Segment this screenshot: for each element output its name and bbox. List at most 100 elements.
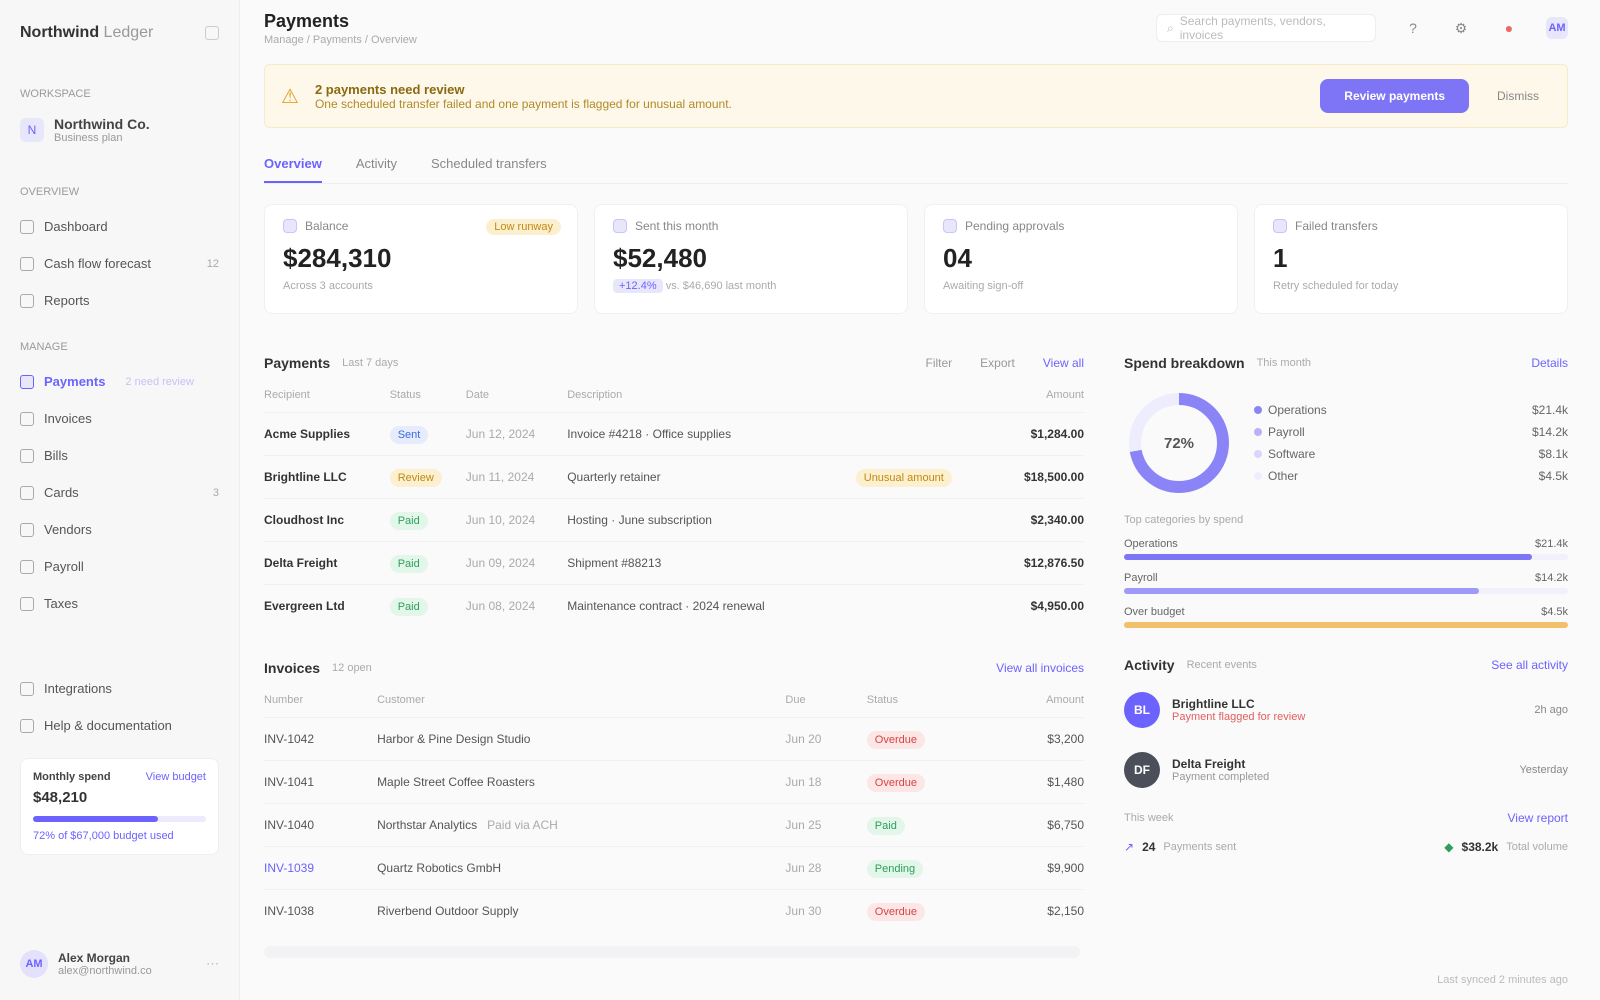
category-bar[interactable]: Operations $21.4k: [1124, 538, 1568, 560]
column-header[interactable]: Customer: [377, 683, 785, 717]
column-header[interactable]: Status: [867, 683, 998, 717]
more-icon[interactable]: ⋯: [206, 956, 219, 972]
table-row[interactable]: INV-1041 Maple Street Coffee Roasters Jun …: [264, 759, 1084, 803]
table-row[interactable]: Acme Supplies Sent Jun 12, 2024 Invoice #42…: [264, 411, 1084, 455]
view-budget-link[interactable]: View budget: [146, 771, 206, 783]
table-row[interactable]: INV-1039 Quartz Robotics GmbH Jun 28 Pendin…: [264, 845, 1084, 889]
tab-activity[interactable]: Activity: [356, 148, 397, 183]
banner-subtitle: One scheduled transfer failed and one pa…: [314, 96, 732, 111]
category-bars: Operations $21.4k Payroll $14.2k Over budget…: [1124, 538, 1568, 628]
section-subtitle: This month: [1256, 357, 1311, 369]
review-payments-button[interactable]: Review payments: [1320, 79, 1469, 113]
dismiss-button[interactable]: Dismiss: [1485, 89, 1551, 103]
horizontal-scrollbar[interactable]: [264, 946, 1080, 958]
category-bar[interactable]: Over budget $4.5k: [1124, 606, 1568, 628]
column-header[interactable]: Date: [466, 378, 567, 412]
table-row[interactable]: INV-1040 Northstar Analytics Paid via ACH J…: [264, 802, 1084, 846]
status-badge: Paid: [866, 816, 905, 835]
invoices-table-body: INV-1042 Harbor & Pine Design Studio Jun 2…: [264, 716, 1084, 932]
kpi-sub: Across 3 accounts: [283, 280, 373, 292]
send-icon: [613, 219, 627, 233]
sidebar-item-label: Payments: [44, 374, 106, 389]
table-row[interactable]: INV-1042 Harbor & Pine Design Studio Jun 2…: [264, 716, 1084, 760]
user-menu[interactable]: AM Alex Morgan alex@northwind.co ⋯: [20, 950, 219, 978]
column-header[interactable]: Description: [567, 378, 856, 412]
sidebar-item-bills[interactable]: Bills: [20, 437, 219, 474]
user-email: alex@northwind.co: [58, 965, 152, 977]
kpi-card-sent[interactable]: Sent this month $52,480 +12.4% vs. $46,6…: [594, 204, 908, 314]
table-row[interactable]: Delta Freight Paid Jun 09, 2024 Shipment #8…: [264, 540, 1084, 584]
customer-name: Riverbend Outdoor Supply: [377, 903, 519, 918]
mini-stat: ◆ $38.2k Total volume: [1444, 840, 1568, 854]
invoice-number-cell[interactable]: INV-1039: [264, 845, 378, 889]
table-row[interactable]: Cloudhost Inc Paid Jun 10, 2024 Hosting · J…: [264, 497, 1084, 541]
sidebar-item-payments[interactable]: Payments 2 need review: [20, 363, 219, 400]
sidebar-item-payroll[interactable]: Payroll: [20, 548, 219, 585]
collapse-sidebar-icon[interactable]: [205, 26, 219, 40]
status-badge: Paid: [389, 511, 428, 530]
description-cell: Invoice #4218 · Office supplies: [567, 411, 856, 455]
cards-icon: [20, 485, 34, 500]
activity-item[interactable]: BL Brightline LLC Payment flagged for revi…: [1124, 680, 1568, 740]
category-bar[interactable]: Payroll $14.2k: [1124, 572, 1568, 594]
see-all-activity-link[interactable]: See all activity: [1491, 658, 1568, 672]
sidebar-item-integrations[interactable]: Integrations: [20, 670, 219, 707]
column-header[interactable]: Amount: [998, 683, 1084, 717]
volume-icon: ◆: [1444, 840, 1454, 854]
column-header[interactable]: Amount: [996, 378, 1084, 412]
table-row[interactable]: INV-1038 Riverbend Outdoor Supply Jun 30 Ov…: [264, 888, 1084, 932]
payments-table: Recipient Status Date Description Amount…: [264, 378, 1084, 627]
invoices-section: Invoices 12 open View all invoices Numbe…: [264, 653, 1084, 932]
sidebar-item-invoices[interactable]: Invoices: [20, 400, 219, 437]
sidebar-header: Northwind Ledger: [20, 18, 219, 48]
view-all-payments-link[interactable]: View all: [1043, 356, 1084, 370]
sidebar-item-cards[interactable]: Cards 3: [20, 474, 219, 511]
activity-item[interactable]: DF Delta Freight Payment completed Yesterda…: [1124, 740, 1568, 800]
column-header[interactable]: Status: [390, 378, 466, 412]
tab-overview[interactable]: Overview: [264, 148, 322, 183]
sidebar-item-label: Help & documentation: [44, 718, 172, 733]
sidebar-item-vendors[interactable]: Vendors: [20, 511, 219, 548]
table-row[interactable]: Brightline LLC Review Jun 11, 2024 Quarterl…: [264, 454, 1084, 498]
filter-button[interactable]: Filter: [926, 356, 953, 370]
legend-dot: [1254, 406, 1262, 414]
activity-text: Delta Freight Payment completed: [1172, 757, 1269, 783]
workspace-plan: Business plan: [54, 132, 123, 144]
settings-gear-icon[interactable]: ⚙: [1450, 17, 1472, 39]
help-icon[interactable]: ?: [1402, 17, 1424, 39]
sidebar-item-reports[interactable]: Reports: [20, 282, 219, 319]
sidebar-item-count: 3: [212, 486, 219, 499]
category-bar-label: Payroll: [1124, 572, 1158, 584]
column-header[interactable]: Due: [785, 683, 866, 717]
banner-title: 2 payments need review: [314, 81, 465, 97]
amount-cell: $2,340.00: [996, 497, 1084, 541]
tab-scheduled-transfers[interactable]: Scheduled transfers: [431, 148, 547, 183]
kpi-value: $52,480: [613, 243, 707, 273]
sidebar-item-taxes[interactable]: Taxes: [20, 585, 219, 622]
sidebar-item-label: Vendors: [44, 522, 92, 537]
payments-header: Payments Last 7 days Filter Export View …: [264, 348, 1084, 378]
category-bar-fill: [1124, 622, 1568, 628]
view-all-invoices-link[interactable]: View all invoices: [996, 661, 1084, 675]
recipient-cell: Evergreen Ltd: [264, 583, 390, 627]
kpi-card-failed[interactable]: Failed transfers 1 Retry scheduled for t…: [1254, 204, 1568, 314]
column-header[interactable]: Recipient: [264, 378, 390, 412]
sidebar-item-label: Invoices: [44, 411, 92, 426]
sidebar-item-cash-flow[interactable]: Cash flow forecast 12: [20, 245, 219, 282]
kpi-card-balance[interactable]: Balance Low runway $284,310 Across 3 acc…: [264, 204, 578, 314]
sidebar-item-dashboard[interactable]: Dashboard: [20, 208, 219, 245]
search-input[interactable]: ⌕ Search payments, vendors, invoices: [1156, 14, 1376, 42]
kpi-card-pending[interactable]: Pending approvals 04 Awaiting sign-off: [924, 204, 1238, 314]
workspace-switcher[interactable]: N Northwind Co. Business plan: [20, 116, 219, 144]
sidebar-item-help[interactable]: Help & documentation: [20, 707, 219, 744]
view-report-link[interactable]: View report: [1508, 811, 1568, 825]
date-cell: Jun 09, 2024: [465, 540, 568, 584]
notification-bell-icon[interactable]: ●: [1498, 17, 1520, 39]
status-cell: Paid: [389, 497, 466, 541]
column-header[interactable]: Number: [264, 683, 377, 717]
table-row[interactable]: Evergreen Ltd Paid Jun 08, 2024 Maintenance…: [264, 583, 1084, 627]
app-logo[interactable]: Northwind Ledger: [20, 24, 153, 42]
export-button[interactable]: Export: [980, 356, 1015, 370]
breakdown-details-link[interactable]: Details: [1531, 356, 1568, 370]
avatar[interactable]: AM: [1546, 17, 1568, 39]
